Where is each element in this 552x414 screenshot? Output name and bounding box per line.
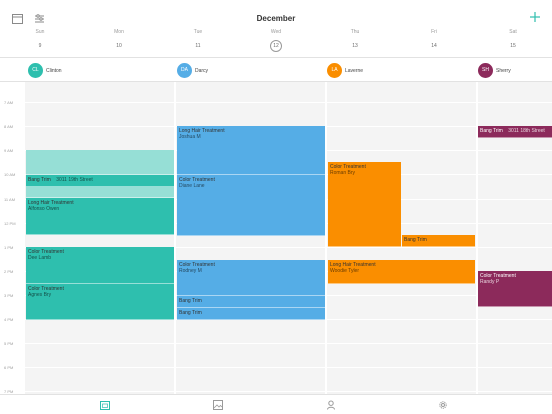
day-number-sun[interactable]: 9	[20, 40, 60, 52]
day-name-thu: Thu	[350, 29, 360, 35]
day-number-sat[interactable]: 15	[493, 40, 533, 52]
header-divider	[0, 57, 552, 58]
event-color-treatment-sherry[interactable]: Color Treatment Randy P	[478, 271, 552, 307]
event-title: Bang Trim	[480, 128, 503, 134]
event-long-hair-clinton[interactable]: Long Hair Treatment Alfonso Owen	[26, 198, 174, 235]
column-clinton[interactable]	[25, 82, 174, 394]
event-subtitle: 3011 18th Street	[508, 128, 545, 134]
hour-line	[25, 343, 552, 344]
day-name-sun: Sun	[35, 29, 45, 35]
day-name-sat: Sat	[509, 29, 517, 35]
month-title: December	[256, 14, 296, 23]
hour-line	[25, 391, 552, 392]
event-title: Bang Trim	[404, 237, 427, 243]
scheduler-app: December Sun Mon Tue Wed Thu Fri Sat 9 1…	[0, 0, 552, 414]
day-number-fri[interactable]: 14	[414, 40, 454, 52]
time-label: 3 PM	[4, 293, 14, 298]
event-color-treatment-laverne[interactable]: Color Treatment Roman Bry	[328, 162, 401, 247]
event-block-highlight[interactable]	[26, 150, 174, 175]
day-number-thu[interactable]: 13	[335, 40, 375, 52]
event-bang-trim-sherry[interactable]: Bang Trim 3011 18th Street	[478, 126, 552, 138]
event-bang-trim-clinton[interactable]: Bang Trim 3011 19th Street	[26, 175, 174, 187]
day-number-wed[interactable]: 12	[256, 40, 296, 52]
event-subtitle: Randy P	[480, 279, 500, 285]
gear-icon	[439, 401, 447, 409]
day-name-tue: Tue	[193, 29, 203, 35]
day-name-mon: Mon	[114, 29, 124, 35]
day-number-tue[interactable]: 11	[178, 40, 218, 52]
event-subtitle: Rodney M	[179, 268, 202, 274]
event-subtitle: Agnes Bry	[28, 292, 52, 298]
event-title: Bang Trim	[179, 298, 202, 304]
avatar-darcy[interactable]: DA	[177, 63, 192, 78]
time-label: 10 AM	[4, 172, 16, 177]
time-label: 11 AM	[4, 197, 16, 202]
event-subtitle: Roman Bry	[330, 170, 356, 176]
settings-tab[interactable]	[437, 400, 449, 412]
day-number-mon[interactable]: 10	[99, 40, 139, 52]
staff-name-sherry: Sherry	[496, 68, 511, 74]
event-subtitle: Woodie Tyler	[330, 268, 359, 274]
event-bang-trim-darcy-2[interactable]: Bang Trim	[177, 308, 325, 320]
time-label: 5 PM	[4, 341, 14, 346]
event-bang-trim-laverne[interactable]: Bang Trim	[402, 235, 475, 247]
avatar-sherry[interactable]: SH	[478, 63, 493, 78]
event-color-treatment-darcy-2[interactable]: Color Treatment Rodney M	[177, 260, 325, 296]
time-label: 12 PM	[4, 221, 16, 226]
avatar-laverne[interactable]: LA	[327, 63, 342, 78]
time-label: 4 PM	[4, 317, 14, 322]
event-subtitle: Dee Lamb	[28, 255, 52, 261]
gallery-tab[interactable]	[212, 400, 224, 412]
hour-line	[25, 367, 552, 368]
calendar-tab[interactable]	[99, 400, 111, 412]
event-color-treatment-clinton-2[interactable]: Color Treatment Agnes Bry	[26, 284, 174, 320]
event-block-highlight[interactable]	[26, 187, 174, 198]
staff-name-clinton: Clinton	[46, 68, 62, 74]
time-label: 6 PM	[4, 365, 14, 370]
staff-name-darcy: Darcy	[195, 68, 209, 74]
event-subtitle: Diane Lane	[179, 183, 205, 189]
staff-name-laverne: Laverne	[345, 68, 364, 74]
event-bang-trim-darcy-1[interactable]: Bang Trim	[177, 296, 325, 308]
avatar-clinton[interactable]: CL	[28, 63, 43, 78]
event-subtitle: 3011 19th Street	[56, 177, 93, 183]
time-label: 1 PM	[4, 245, 14, 250]
event-title: Bang Trim	[28, 177, 51, 183]
time-label: 2 PM	[4, 269, 14, 274]
event-subtitle: Joshua M	[179, 134, 201, 140]
day-name-fri: Fri	[431, 29, 437, 35]
tab-bar	[0, 394, 552, 414]
hour-line	[25, 102, 552, 103]
event-long-hair-darcy[interactable]: Long Hair Treatment Joshua M	[177, 126, 325, 175]
profile-tab[interactable]	[325, 400, 337, 412]
add-appointment-button[interactable]	[528, 11, 542, 25]
event-color-treatment-darcy-1[interactable]: Color Treatment Diane Lane	[177, 175, 325, 236]
person-icon	[327, 400, 335, 410]
event-long-hair-laverne[interactable]: Long Hair Treatment Woodie Tyler	[328, 260, 475, 284]
event-subtitle: Alfonso Owen	[28, 206, 60, 212]
calendar-icon	[100, 401, 110, 410]
image-icon	[213, 400, 223, 410]
event-color-treatment-clinton-1[interactable]: Color Treatment Dee Lamb	[26, 247, 174, 284]
event-title: Bang Trim	[179, 310, 202, 316]
time-label: 9 AM	[4, 148, 14, 153]
time-label: 8 AM	[4, 124, 14, 129]
time-label: 7 AM	[4, 100, 14, 105]
day-name-wed: Wed	[270, 29, 282, 35]
